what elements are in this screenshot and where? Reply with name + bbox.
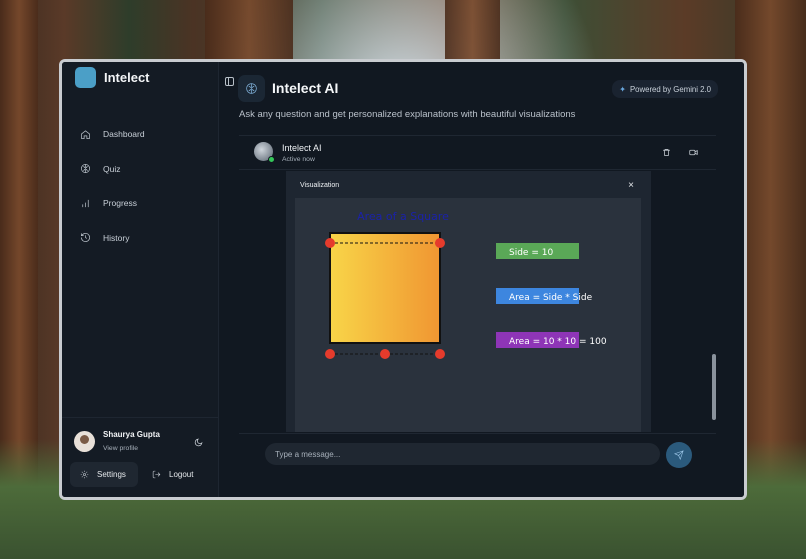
close-icon[interactable]: ×	[628, 180, 634, 191]
badge-label: Powered by Gemini 2.0	[629, 84, 711, 94]
sidebar-item-label: History	[103, 232, 130, 243]
brain-icon	[246, 83, 257, 94]
vertex-point	[435, 349, 445, 359]
message-input[interactable]	[265, 443, 660, 465]
logout-button[interactable]: Logout	[142, 462, 203, 487]
avatar	[74, 430, 95, 452]
settings-label: Settings	[97, 470, 126, 479]
app-window: Intelect Dashboard Quiz Progress History	[59, 59, 747, 500]
send-button[interactable]	[666, 442, 692, 468]
sidebar-item-history[interactable]: History	[80, 221, 145, 256]
message-composer	[239, 433, 716, 472]
bot-status: Active now	[282, 156, 315, 163]
main-panel: Intelect AI Ask any question and get per…	[219, 62, 744, 497]
user-name: Shaurya Gupta	[103, 430, 160, 439]
visualization-canvas: Area of a Square Side = 10 Area = Side *…	[295, 198, 641, 432]
brain-icon	[81, 164, 90, 174]
sidebar-item-dashboard[interactable]: Dashboard	[80, 117, 145, 152]
viz-title: Area of a Square	[357, 210, 449, 223]
sidebar-footer: Shaurya Gupta View profile Settings Logo…	[62, 417, 218, 497]
sidebar-toggle-icon[interactable]	[225, 77, 234, 86]
vertex-point	[435, 238, 445, 248]
online-indicator	[268, 156, 275, 163]
view-profile-link[interactable]: View profile	[103, 445, 160, 452]
visualization-modal: Visualization × Area of a Square Side = …	[286, 171, 651, 432]
sidebar-item-quiz[interactable]: Quiz	[80, 152, 145, 187]
app-logo	[75, 67, 96, 88]
brand[interactable]: Intelect	[75, 67, 150, 88]
sparkle-icon: ✦	[619, 84, 626, 94]
sidebar: Intelect Dashboard Quiz Progress History	[62, 62, 219, 497]
chat-panel: Intelect AI Active now Visualization × A…	[239, 135, 716, 432]
label-area-result: Area = 10 * 10 = 100	[509, 337, 607, 347]
home-icon	[81, 130, 90, 139]
powered-by-badge: ✦ Powered by Gemini 2.0	[612, 80, 718, 98]
sidebar-nav: Dashboard Quiz Progress History	[80, 117, 145, 255]
app-name: Intelect	[104, 70, 150, 85]
label-side: Side = 10	[509, 248, 553, 258]
footer-actions: Settings Logout	[70, 462, 203, 487]
video-icon[interactable]	[689, 148, 698, 157]
modal-title: Visualization	[300, 182, 340, 189]
settings-button[interactable]: Settings	[70, 462, 138, 487]
logout-icon	[152, 470, 161, 479]
bot-name: Intelect AI	[282, 143, 322, 153]
history-icon	[81, 233, 90, 243]
square-shape	[329, 232, 441, 344]
user-profile[interactable]: Shaurya Gupta View profile	[74, 430, 160, 452]
page-subtitle: Ask any question and get personalized ex…	[239, 109, 576, 120]
page-title: Intelect AI	[272, 80, 339, 96]
area-square-figure: Area of a Square Side = 10 Area = Side *…	[325, 210, 607, 359]
sidebar-item-label: Dashboard	[103, 129, 145, 140]
chat-scrollbar[interactable]	[712, 354, 716, 420]
logout-label: Logout	[169, 470, 194, 479]
gear-icon	[80, 470, 89, 479]
sidebar-item-progress[interactable]: Progress	[80, 186, 145, 221]
sidebar-item-label: Quiz	[103, 163, 121, 174]
trash-icon[interactable]	[662, 148, 671, 157]
moon-icon[interactable]	[194, 438, 203, 447]
vertex-point	[380, 349, 390, 359]
chat-header: Intelect AI Active now	[239, 136, 716, 170]
bar-chart-icon	[82, 199, 89, 207]
vertex-point	[325, 349, 335, 359]
send-icon	[674, 450, 684, 460]
label-area-formula: Area = Side * Side	[509, 293, 593, 303]
vertex-point	[325, 238, 335, 248]
sidebar-item-label: Progress	[103, 198, 138, 209]
header-icon-box	[238, 75, 265, 102]
